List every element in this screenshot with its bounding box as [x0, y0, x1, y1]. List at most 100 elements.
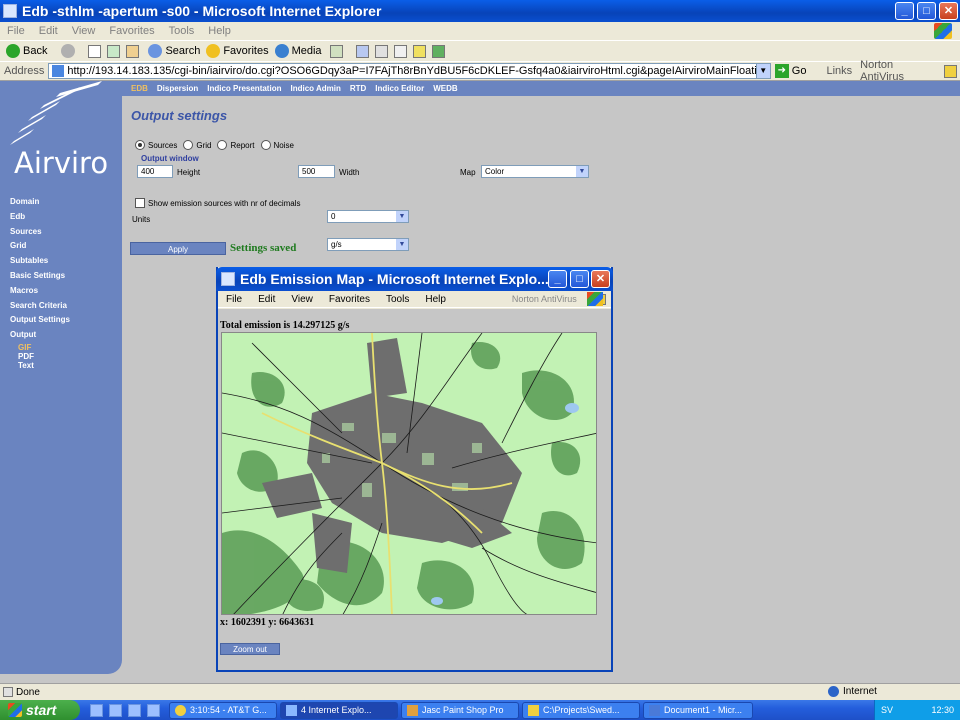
- nav-search-criteria[interactable]: Search Criteria: [10, 299, 70, 314]
- popup-menu-favorites[interactable]: Favorites: [321, 294, 378, 305]
- task-word-document[interactable]: Document1 - Micr...: [643, 701, 753, 719]
- address-url[interactable]: http://193.14.183.135/cgi-bin/iairviro/d…: [67, 65, 769, 77]
- menu-help[interactable]: Help: [201, 25, 238, 37]
- ie-page-icon: [221, 272, 235, 286]
- tab-indico-admin[interactable]: Indico Admin: [290, 84, 340, 93]
- back-button[interactable]: Back: [6, 44, 47, 58]
- media-icon: [274, 44, 289, 58]
- tab-indico-editor[interactable]: Indico Editor: [375, 84, 424, 93]
- print-icon[interactable]: [374, 44, 388, 58]
- discuss-icon[interactable]: [412, 44, 426, 58]
- radio-noise[interactable]: [260, 140, 271, 150]
- address-input[interactable]: http://193.14.183.135/cgi-bin/iairviro/d…: [48, 63, 771, 79]
- menu-view[interactable]: View: [65, 25, 103, 37]
- nav-output-settings[interactable]: Output Settings: [10, 313, 70, 328]
- media-button[interactable]: Media: [274, 44, 322, 58]
- nav-domain[interactable]: Domain: [10, 195, 70, 210]
- radio-grid[interactable]: [183, 140, 194, 150]
- popup-menu-help[interactable]: Help: [417, 294, 454, 305]
- emission-map[interactable]: [221, 332, 597, 615]
- radio-sources[interactable]: [135, 140, 145, 150]
- popup-titlebar[interactable]: Edb Emission Map - Microsoft Internet Ex…: [216, 267, 613, 291]
- start-button[interactable]: start: [0, 700, 80, 720]
- edit-icon[interactable]: [393, 44, 407, 58]
- nav-output-gif[interactable]: GIF: [10, 343, 70, 352]
- refresh-icon[interactable]: [107, 44, 121, 58]
- page-title: Output settings: [131, 108, 228, 123]
- sidebar-nav: Domain Edb Sources Grid Subtables Basic …: [10, 195, 70, 370]
- decimals-select[interactable]: 0 ▼: [327, 210, 409, 223]
- window-titlebar[interactable]: Edb -sthlm -apertum -s00 - Microsoft Int…: [0, 0, 960, 22]
- ie-quicklaunch-icon[interactable]: [109, 703, 122, 717]
- links-button[interactable]: Links: [826, 65, 852, 77]
- popup-menu-view[interactable]: View: [283, 294, 321, 305]
- apply-button[interactable]: Apply: [130, 242, 226, 255]
- height-input[interactable]: 400: [137, 165, 173, 178]
- width-input[interactable]: 500: [298, 165, 335, 178]
- close-button[interactable]: ✕: [939, 2, 958, 20]
- task-paint-shop-pro[interactable]: Jasc Paint Shop Pro: [401, 701, 519, 719]
- favorites-button[interactable]: Favorites: [206, 44, 269, 58]
- nav-output-pdf[interactable]: PDF: [10, 352, 70, 361]
- norton-antivirus-button[interactable]: Norton AntiVirus: [860, 59, 938, 83]
- maximize-button[interactable]: □: [917, 2, 936, 20]
- menu-favorites[interactable]: Favorites: [102, 25, 161, 37]
- nav-edb[interactable]: Edb: [10, 210, 70, 225]
- word-icon: [649, 704, 660, 716]
- stop-icon[interactable]: [88, 44, 102, 58]
- menu-edit[interactable]: Edit: [32, 25, 65, 37]
- history-icon[interactable]: [329, 44, 343, 58]
- tab-rtd[interactable]: RTD: [350, 84, 366, 93]
- task-internet-explorer[interactable]: 4 Internet Explo...: [280, 701, 398, 719]
- task-folder-projects[interactable]: C:\Projects\Swed...: [522, 701, 640, 719]
- norton-icon[interactable]: [944, 64, 958, 78]
- nav-macros[interactable]: Macros: [10, 284, 70, 299]
- mail-icon[interactable]: [355, 44, 369, 58]
- tab-dispersion[interactable]: Dispersion: [157, 84, 198, 93]
- taskbar-clock[interactable]: 12:30: [931, 705, 954, 715]
- zoom-out-button[interactable]: Zoom out: [220, 643, 280, 655]
- tab-wedb[interactable]: WEDB: [433, 84, 457, 93]
- units-select[interactable]: g/s ▼: [327, 238, 409, 251]
- radio-report[interactable]: [217, 140, 228, 150]
- tab-edb[interactable]: EDB: [131, 84, 148, 93]
- emission-map-graphic: [222, 333, 596, 614]
- nav-basic-settings[interactable]: Basic Settings: [10, 269, 70, 284]
- go-button[interactable]: ➜ Go: [774, 64, 806, 78]
- show-desktop-icon[interactable]: [90, 703, 103, 717]
- popup-close-button[interactable]: ✕: [591, 270, 610, 288]
- map-select[interactable]: Color ▼: [481, 165, 589, 178]
- ie-page-icon: [3, 4, 17, 18]
- forward-button[interactable]: [61, 44, 78, 58]
- nav-output-text[interactable]: Text: [10, 361, 70, 370]
- popup-norton-button[interactable]: Norton AntiVirus: [504, 294, 585, 304]
- menu-file[interactable]: File: [0, 25, 32, 37]
- nav-output[interactable]: Output: [10, 328, 70, 343]
- smiley-icon: [175, 704, 186, 716]
- decimals-select-value: 0: [331, 212, 336, 221]
- menu-tools[interactable]: Tools: [162, 25, 202, 37]
- folder-icon: [528, 704, 539, 716]
- popup-minimize-button[interactable]: _: [548, 270, 567, 288]
- messenger-icon[interactable]: [431, 44, 445, 58]
- popup-menu-tools[interactable]: Tools: [378, 294, 417, 305]
- task-att[interactable]: 3:10:54 - AT&T G...: [169, 701, 277, 719]
- tab-indico-presentation[interactable]: Indico Presentation: [207, 84, 281, 93]
- address-dropdown-icon[interactable]: ▼: [755, 64, 770, 78]
- media-quicklaunch-icon[interactable]: [147, 703, 160, 717]
- popup-menu-file[interactable]: File: [218, 294, 250, 305]
- nav-sources[interactable]: Sources: [10, 225, 70, 240]
- show-emission-checkbox[interactable]: [135, 198, 145, 208]
- show-emission-label: Show emission sources with nr of decimal…: [148, 198, 301, 208]
- minimize-button[interactable]: _: [895, 2, 914, 20]
- mail-quicklaunch-icon[interactable]: [128, 703, 141, 717]
- nav-subtables[interactable]: Subtables: [10, 254, 70, 269]
- back-label: Back: [23, 45, 48, 57]
- nav-grid[interactable]: Grid: [10, 239, 70, 254]
- popup-maximize-button[interactable]: □: [570, 270, 589, 288]
- windows-logo-icon: [934, 23, 952, 39]
- home-icon[interactable]: [126, 44, 140, 58]
- language-indicator[interactable]: SV: [881, 705, 893, 715]
- search-button[interactable]: Search: [148, 44, 200, 58]
- popup-menu-edit[interactable]: Edit: [250, 294, 283, 305]
